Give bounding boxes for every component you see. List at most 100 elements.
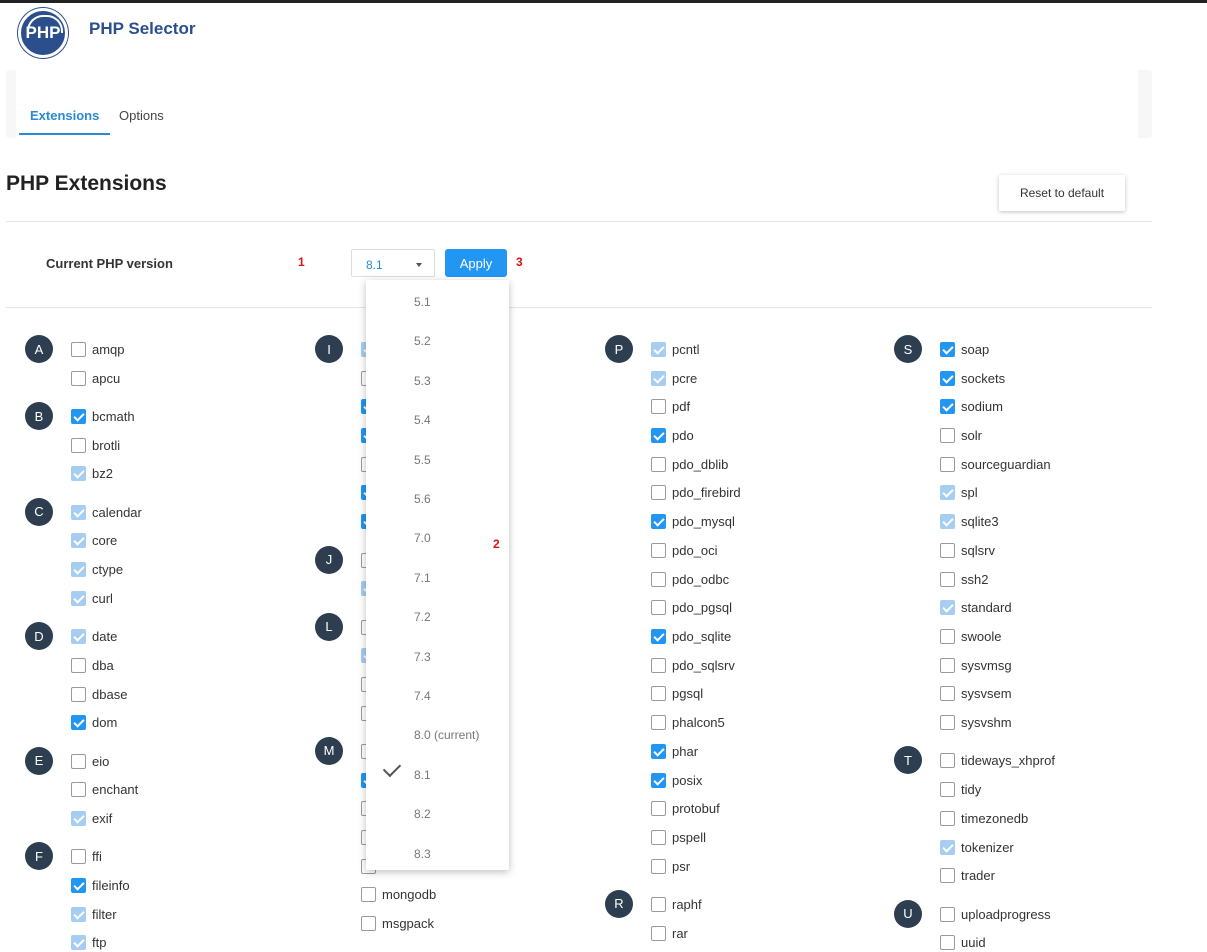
reset-to-default-button[interactable]: Reset to default [999, 175, 1125, 211]
extension-checkbox[interactable] [651, 658, 666, 673]
extension-checkbox[interactable] [71, 658, 86, 673]
extension-checkbox[interactable] [361, 916, 376, 931]
dropdown-option[interactable]: 7.2 [366, 607, 509, 627]
extension-name: pdo_firebird [672, 485, 741, 500]
extension-checkbox[interactable] [71, 849, 86, 864]
extension-name: pdo_sqlsrv [672, 658, 735, 673]
dropdown-option[interactable]: 5.3 [366, 371, 509, 391]
extension-checkbox[interactable] [71, 342, 86, 357]
extension-checkbox[interactable] [651, 485, 666, 500]
extension-checkbox[interactable] [940, 457, 955, 472]
extension-name: sockets [961, 371, 1006, 386]
dropdown-option[interactable]: 7.4 [366, 686, 509, 706]
extension-checkbox[interactable] [651, 629, 666, 644]
extension-name: raphf [672, 897, 702, 912]
extension-name: pdo_mysql [672, 514, 735, 529]
extension-checkbox [940, 485, 955, 500]
dropdown-option[interactable]: 5.6 [366, 489, 509, 509]
extension-checkbox[interactable] [940, 907, 955, 922]
extension-name: posix [672, 773, 703, 788]
tab-options[interactable]: Options [119, 108, 164, 133]
extension-checkbox[interactable] [940, 753, 955, 768]
tab-extensions[interactable]: Extensions [19, 108, 111, 135]
dropdown-option[interactable]: 5.5 [366, 450, 509, 470]
extension-checkbox[interactable] [940, 371, 955, 386]
extension-checkbox[interactable] [651, 801, 666, 816]
extension-checkbox[interactable] [651, 543, 666, 558]
extension-name: fileinfo [92, 878, 130, 893]
extension-checkbox[interactable] [651, 600, 666, 615]
extension-checkbox[interactable] [651, 514, 666, 529]
dropdown-option-label: 8.0 (current) [414, 728, 480, 742]
letter-badge-r: R [605, 889, 633, 918]
annotation-marker-1: 1 [298, 255, 305, 269]
extension-name: pcntl [672, 342, 700, 357]
extension-checkbox[interactable] [651, 859, 666, 874]
letter-badge-u: U [894, 899, 922, 928]
extension-checkbox[interactable] [651, 715, 666, 730]
extension-checkbox[interactable] [940, 399, 955, 414]
extension-checkbox[interactable] [71, 754, 86, 769]
extension-name: date [92, 629, 118, 644]
letter-badge-e: E [25, 746, 53, 775]
extension-checkbox[interactable] [361, 887, 376, 902]
dropdown-option-label: 5.3 [414, 374, 431, 388]
extension-name: amqp [92, 342, 125, 357]
extension-name: bcmath [92, 409, 135, 424]
extension-checkbox[interactable] [940, 782, 955, 797]
extension-checkbox[interactable] [71, 782, 86, 797]
extension-name: psr [672, 859, 691, 874]
extension-checkbox[interactable] [651, 897, 666, 912]
extension-checkbox[interactable] [71, 409, 86, 424]
dropdown-option-label: 5.5 [414, 453, 431, 467]
annotation-marker-3: 3 [516, 255, 523, 269]
extension-checkbox[interactable] [651, 773, 666, 788]
extension-checkbox[interactable] [940, 543, 955, 558]
extension-checkbox[interactable] [940, 715, 955, 730]
extension-checkbox[interactable] [940, 572, 955, 587]
extension-checkbox[interactable] [651, 830, 666, 845]
apply-button[interactable]: Apply [445, 249, 507, 277]
extension-name: pspell [672, 830, 706, 845]
letter-badge-b: B [25, 402, 53, 430]
dropdown-option[interactable]: 8.2 [366, 804, 509, 824]
extension-checkbox[interactable] [651, 399, 666, 414]
extension-checkbox[interactable] [71, 878, 86, 893]
extension-checkbox[interactable] [651, 744, 666, 759]
extension-checkbox[interactable] [940, 935, 955, 950]
dropdown-option[interactable]: 5.2 [366, 331, 509, 351]
extension-checkbox[interactable] [71, 438, 86, 453]
extension-checkbox[interactable] [651, 926, 666, 941]
dropdown-option-label: 8.3 [414, 847, 431, 861]
dropdown-option[interactable]: 7.1 [366, 568, 509, 588]
dropdown-option[interactable]: 7.3 [366, 647, 509, 667]
extension-checkbox[interactable] [940, 428, 955, 443]
extension-checkbox[interactable] [940, 658, 955, 673]
extension-checkbox[interactable] [940, 686, 955, 701]
extension-name: pdo_oci [672, 543, 718, 558]
extension-name: pdf [672, 399, 691, 414]
extension-checkbox[interactable] [940, 868, 955, 883]
extension-checkbox[interactable] [651, 457, 666, 472]
extension-checkbox[interactable] [651, 572, 666, 587]
php-version-select[interactable]: 8.1 [351, 249, 435, 277]
extension-checkbox[interactable] [940, 629, 955, 644]
extension-checkbox[interactable] [940, 811, 955, 826]
dropdown-option[interactable]: 5.1 [366, 292, 509, 312]
extension-checkbox[interactable] [651, 428, 666, 443]
dropdown-option[interactable]: 8.3 [366, 844, 509, 864]
extension-name: msgpack [382, 916, 435, 931]
extension-checkbox[interactable] [71, 715, 86, 730]
extension-checkbox[interactable] [940, 342, 955, 357]
dropdown-option[interactable]: 8.0 (current) [366, 725, 509, 745]
extension-name: eio [92, 754, 110, 769]
extension-checkbox[interactable] [651, 686, 666, 701]
extension-checkbox[interactable] [71, 687, 86, 702]
dropdown-option[interactable]: 8.1 [366, 758, 509, 785]
dropdown-option-label: 7.2 [414, 610, 431, 624]
extension-name: pgsql [672, 686, 704, 701]
dropdown-option[interactable]: 7.0 [366, 528, 509, 548]
extension-name: sysvmsg [961, 658, 1012, 673]
dropdown-option[interactable]: 5.4 [366, 410, 509, 430]
extension-checkbox[interactable] [71, 371, 86, 386]
